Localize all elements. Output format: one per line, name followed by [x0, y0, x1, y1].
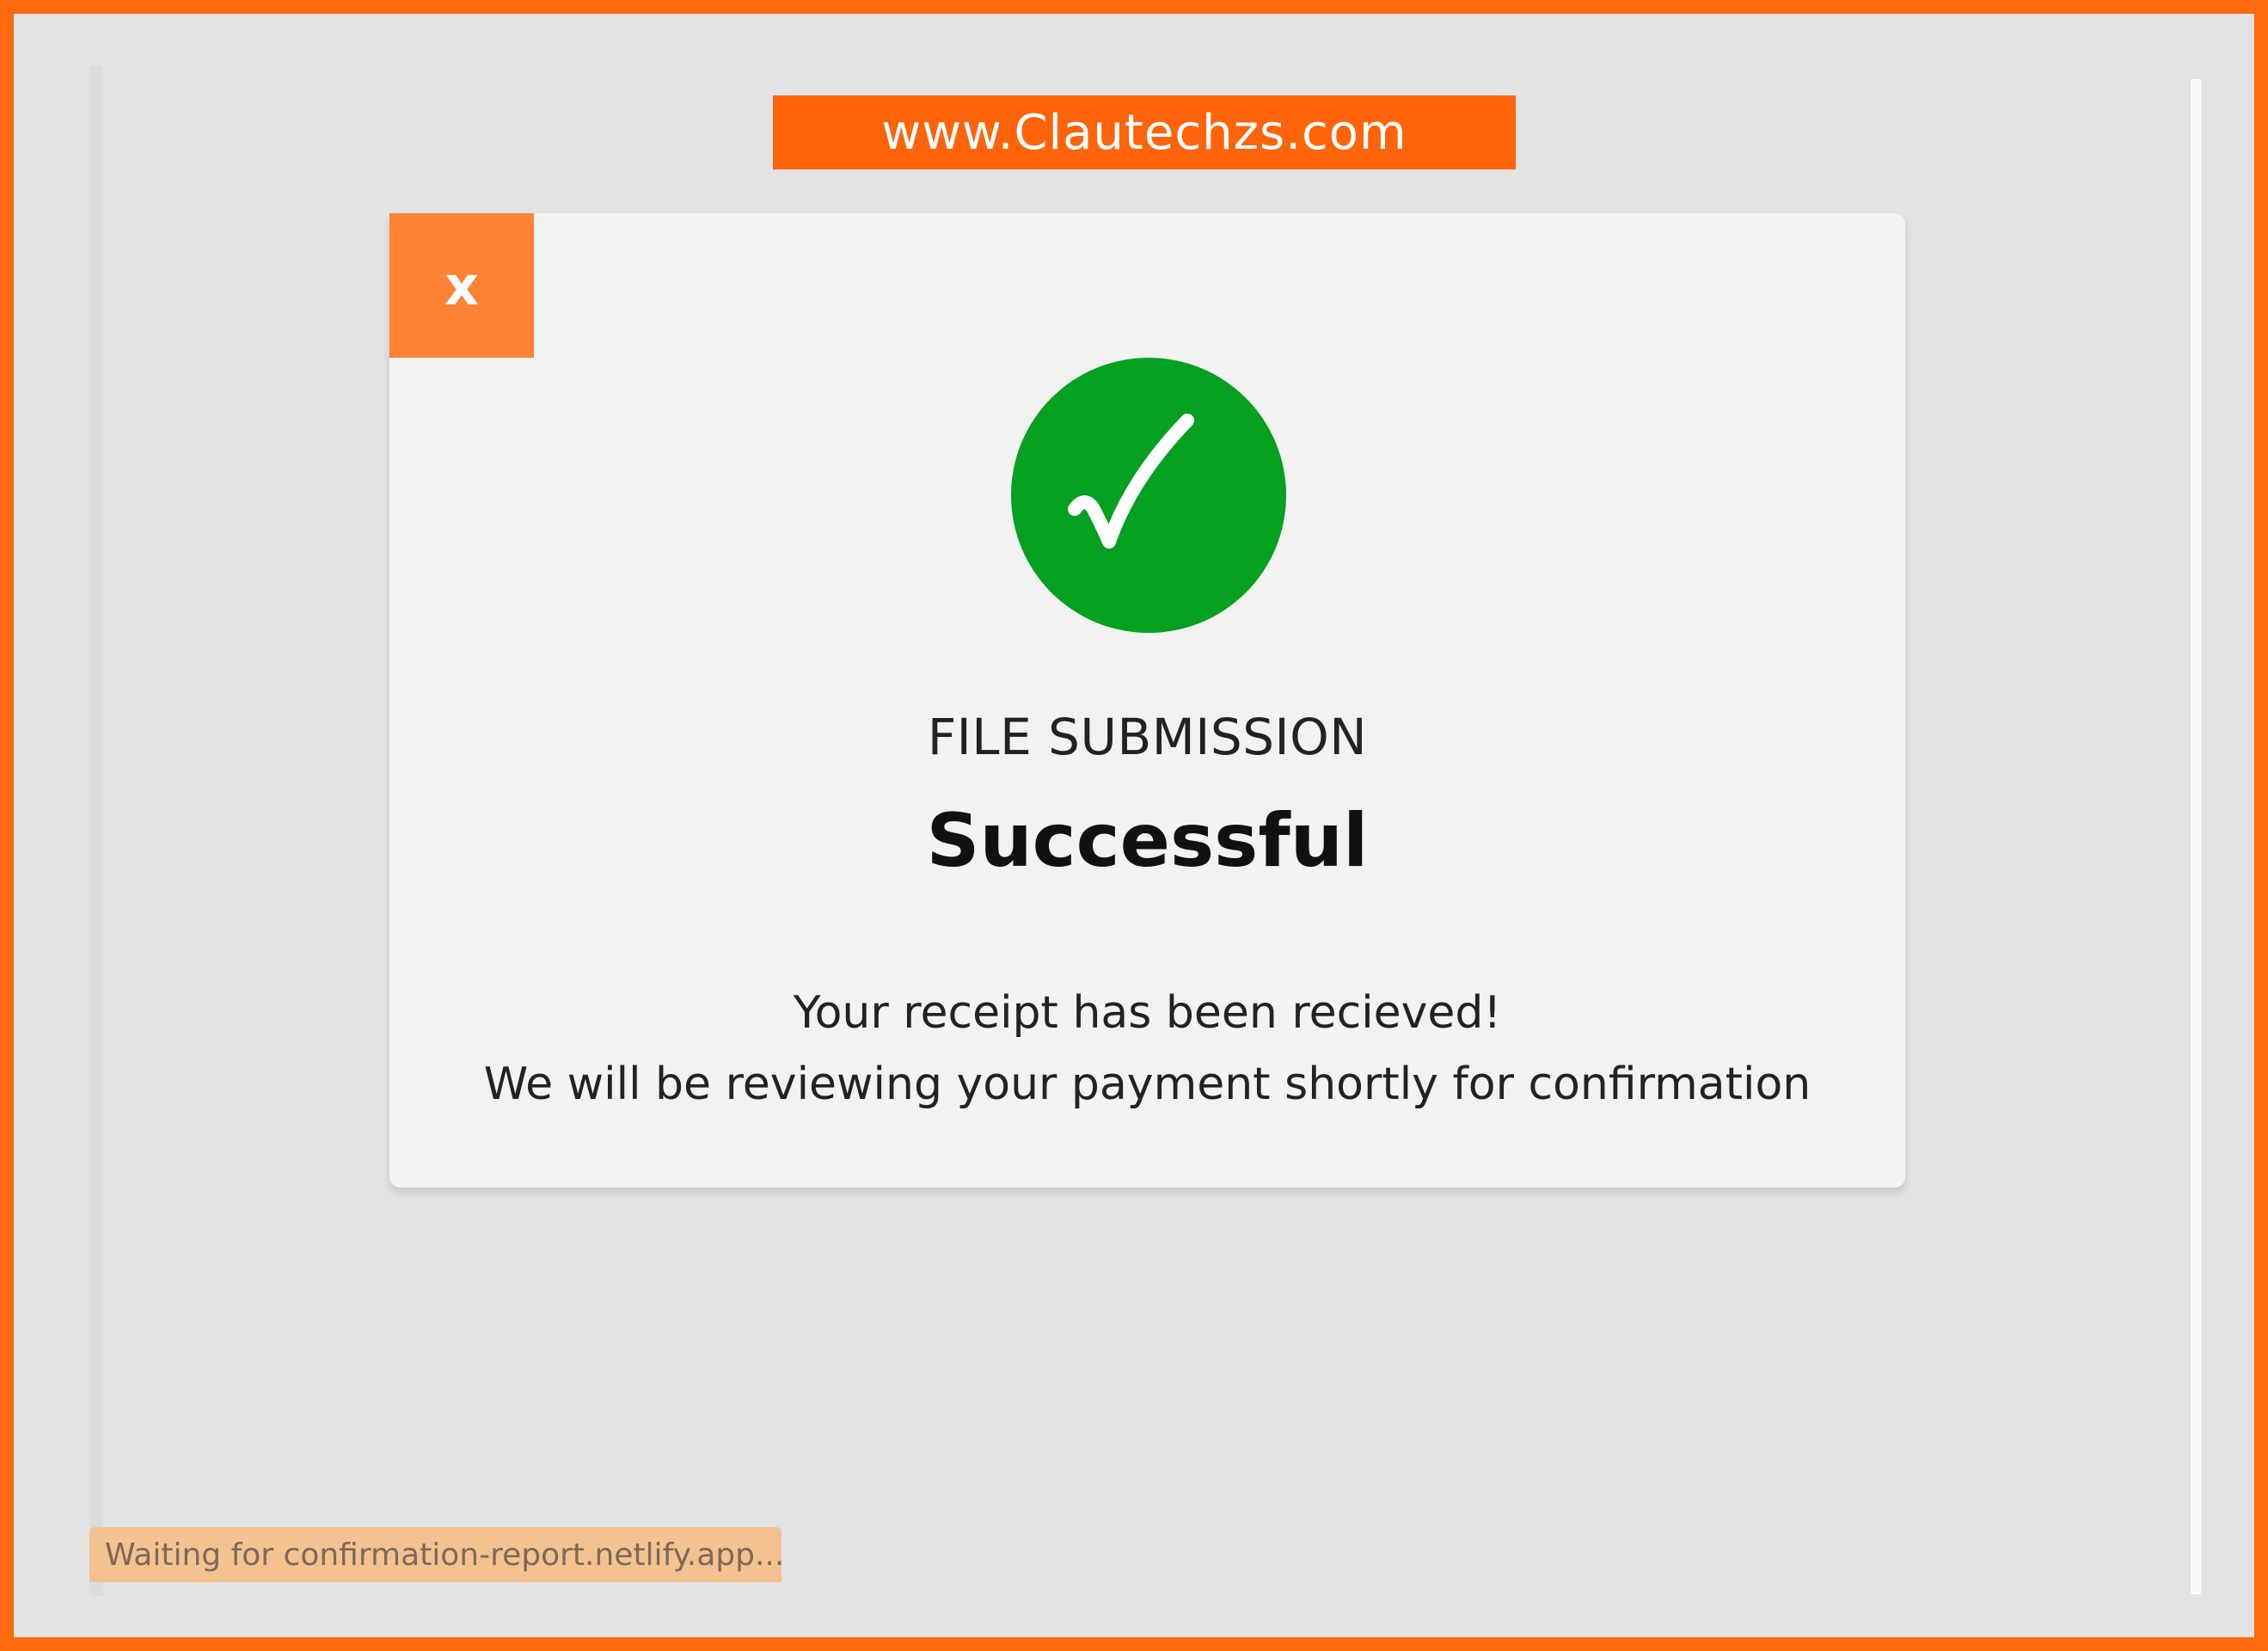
message-line-2: We will be reviewing your payment shortl… [483, 1059, 1811, 1110]
message-line-1: Your receipt has been recieved! [793, 987, 1502, 1039]
vertical-scrollbar[interactable] [2191, 79, 2201, 1594]
submission-heading: FILE SUBMISSION [927, 708, 1368, 766]
close-button[interactable]: x [389, 213, 534, 358]
check-circle-icon [1011, 358, 1286, 633]
browser-status-bar: Waiting for confirmation-report.netlify.… [89, 1527, 782, 1582]
success-modal: x FILE SUBMISSION Successful Your receip… [389, 213, 1905, 1188]
screenshot-frame: www.Clautechzs.com x FILE SUBMISSION Suc… [0, 0, 2268, 1651]
status-title: Successful [926, 798, 1369, 884]
page-left-edge [89, 65, 103, 1596]
watermark-banner: www.Clautechzs.com [773, 95, 1516, 169]
